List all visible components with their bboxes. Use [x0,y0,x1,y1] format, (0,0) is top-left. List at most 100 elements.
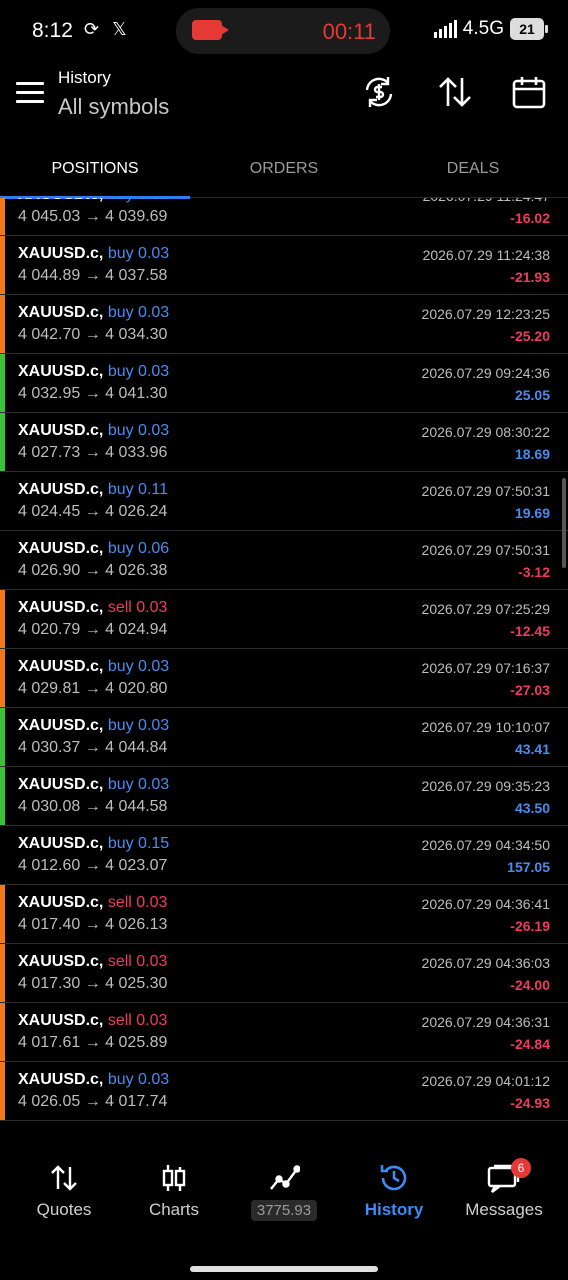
calendar-icon[interactable] [511,74,547,110]
tab-positions[interactable]: POSITIONS [0,160,190,178]
list-scrollbar[interactable] [562,478,566,568]
quotes-icon [9,1158,119,1198]
home-indicator[interactable] [190,1266,378,1272]
close-time: 2026.07.29 11:24:38 [422,247,550,263]
profit-value: 18.69 [514,446,550,462]
symbol-name: XAUUSD.c, [18,540,104,557]
equity-value: 3775.93 [250,1200,318,1221]
app-header: History All symbols [0,62,568,142]
nav-history[interactable]: History [339,1158,449,1220]
history-row[interactable]: XAUUSD.c, sell 0.03 4 017.40 → 4 026.13 20… [0,885,568,944]
refresh-dollar-icon[interactable] [361,74,397,110]
result-indicator-bar [0,1062,5,1120]
history-row[interactable]: XAUUSD.c, sell 0.03 4 020.79 → 4 024.94 20… [0,590,568,649]
open-close-prices: 4 026.05 → 4 017.74 [18,1093,168,1110]
profit-value: 157.05 [507,859,550,875]
symbol-name: XAUUSD.c, [18,658,104,675]
history-row[interactable]: XAUUSD.c, buy 0.03 4 030.37 → 4 044.84 202… [0,708,568,767]
row-symbol: XAUUSD.c, buy 0.03 [18,776,169,794]
positions-history-list[interactable]: XAUUSD.c, buy 0.03 4 045.03 → 4 039.69 202… [0,198,568,1134]
profit-value: 43.50 [514,800,550,816]
symbol-name: XAUUSD.c, [18,953,104,970]
history-row[interactable]: XAUUSD.c, buy 0.03 4 042.70 → 4 034.30 202… [0,295,568,354]
open-close-prices: 4 026.90 → 4 026.38 [18,562,168,579]
profit-value: -24.00 [510,977,550,993]
symbol-name: XAUUSD.c, [18,304,104,321]
history-row[interactable]: XAUUSD.c, buy 0.03 4 029.81 → 4 020.80 202… [0,649,568,708]
result-indicator-bar [0,944,5,1002]
result-indicator-bar [0,198,5,235]
messages-icon: 6 [449,1158,559,1198]
tab-deals[interactable]: DEALS [378,160,568,178]
row-symbol: XAUUSD.c, buy 0.11 [18,481,168,499]
status-bar: 8:12 ⟳ 𝕏 00:11 4.5G 21 [0,0,568,62]
symbol-name: XAUUSD.c, [18,776,104,793]
trade-side-volume: buy 0.03 [107,363,170,380]
profit-value: 25.05 [514,387,550,403]
recording-timer: 00:11 [322,19,376,44]
symbol-name: XAUUSD.c, [18,481,104,498]
history-row[interactable]: XAUUSD.c, buy 0.06 4 026.90 → 4 026.38 202… [0,531,568,590]
close-time: 2026.07.29 12:23:25 [421,306,550,322]
nav-charts[interactable]: Charts [119,1158,229,1220]
close-time: 2026.07.29 04:36:03 [421,955,550,971]
profit-value: -24.84 [510,1036,550,1052]
close-time: 2026.07.29 07:50:31 [421,483,550,499]
symbol-filter[interactable]: All symbols [58,94,169,120]
open-close-prices: 4 045.03 → 4 039.69 [18,208,168,225]
status-right: 4.5G 21 [433,18,548,40]
history-row[interactable]: XAUUSD.c, buy 0.15 4 012.60 → 4 023.07 202… [0,826,568,885]
result-indicator-bar [0,531,5,589]
row-symbol: XAUUSD.c, buy 0.03 [18,304,169,322]
result-indicator-bar [0,1003,5,1061]
symbol-name: XAUUSD.c, [18,363,104,380]
row-symbol: XAUUSD.c, sell 0.03 [18,953,167,971]
profit-value: -27.03 [510,682,550,698]
trade-side-volume: buy 0.03 [107,776,170,793]
profit-value: -25.20 [510,328,550,344]
screen-recording-pill[interactable]: 00:11 [176,8,390,54]
trade-side-volume: buy 0.03 [107,658,170,675]
history-row[interactable]: XAUUSD.c, buy 0.03 4 044.89 → 4 037.58 202… [0,236,568,295]
trade-side-volume: sell 0.03 [107,599,168,616]
history-tabs: POSITIONS ORDERS DEALS [0,142,568,199]
history-row[interactable]: XAUUSD.c, buy 0.11 4 024.45 → 4 026.24 202… [0,472,568,531]
symbol-name: XAUUSD.c, [18,835,104,852]
row-symbol: XAUUSD.c, buy 0.03 [18,198,169,204]
open-close-prices: 4 030.37 → 4 044.84 [18,739,168,756]
row-symbol: XAUUSD.c, buy 0.03 [18,363,169,381]
result-indicator-bar [0,590,5,648]
result-indicator-bar [0,826,5,884]
clock: 8:12 [32,19,73,42]
profit-value: 19.69 [514,505,550,521]
menu-icon[interactable] [16,82,44,104]
profit-value: -21.93 [510,269,550,285]
nav-quotes[interactable]: Quotes [9,1158,119,1220]
tab-orders[interactable]: ORDERS [189,160,379,178]
history-row[interactable]: XAUUSD.c, sell 0.03 4 017.61 → 4 025.89 20… [0,1003,568,1062]
battery-icon: 21 [510,18,548,40]
history-row[interactable]: XAUUSD.c, buy 0.03 4 045.03 → 4 039.69 202… [0,198,568,236]
close-time: 2026.07.29 04:36:31 [421,1014,550,1030]
signal-icon [433,20,457,38]
nav-trade[interactable]: 3775.93 [229,1158,339,1221]
history-row[interactable]: XAUUSD.c, buy 0.03 4 032.95 → 4 041.30 202… [0,354,568,413]
result-indicator-bar [0,767,5,825]
nav-messages[interactable]: 6 Messages [449,1158,559,1220]
sort-icon[interactable] [437,74,473,110]
page-title: History [58,68,111,87]
close-time: 2026.07.29 11:24:47 [423,198,550,204]
history-row[interactable]: XAUUSD.c, buy 0.03 4 026.05 → 4 017.74 202… [0,1062,568,1121]
open-close-prices: 4 044.89 → 4 037.58 [18,267,168,284]
result-indicator-bar [0,295,5,353]
profit-value: -24.93 [510,1095,550,1111]
trade-side-volume: buy 0.15 [107,835,170,852]
trade-side-volume: buy 0.03 [107,422,170,439]
history-row[interactable]: XAUUSD.c, buy 0.03 4 027.73 → 4 033.96 202… [0,413,568,472]
history-row[interactable]: XAUUSD.c, buy 0.03 4 030.08 → 4 044.58 202… [0,767,568,826]
open-close-prices: 4 017.61 → 4 025.89 [18,1034,168,1051]
row-symbol: XAUUSD.c, buy 0.03 [18,717,169,735]
open-close-prices: 4 029.81 → 4 020.80 [18,680,168,697]
trade-side-volume: buy 0.11 [107,481,169,498]
history-row[interactable]: XAUUSD.c, sell 0.03 4 017.30 → 4 025.30 20… [0,944,568,1003]
